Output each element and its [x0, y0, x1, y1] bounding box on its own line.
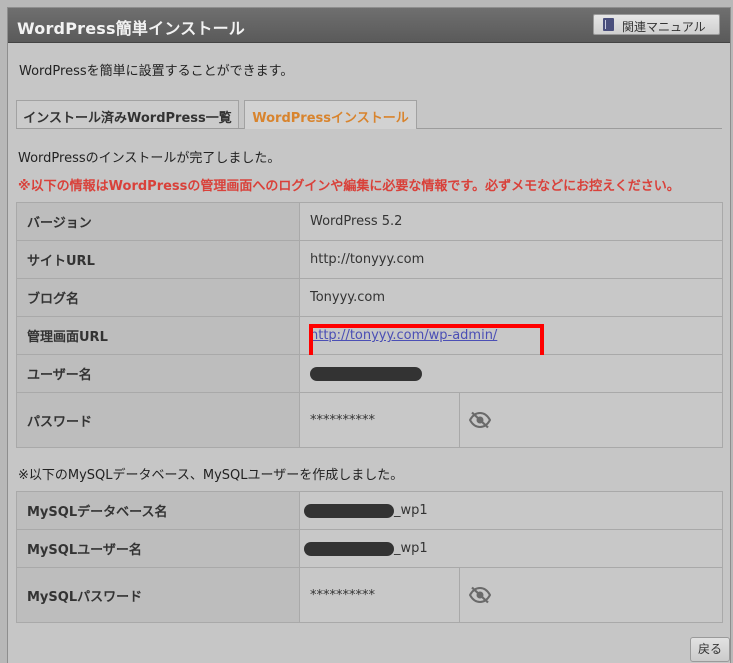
panel-header: WordPress簡単インストール 関連マニュアル [8, 8, 730, 43]
admin-url-wrap: http://tonyyy.com/wp-admin/ [309, 324, 544, 362]
version-value: WordPress 5.2 [299, 202, 723, 241]
table-row: ブログ名 Tonyyy.com [16, 278, 723, 317]
username-label: ユーザー名 [16, 354, 300, 393]
mysql-user-suffix: _wp1 [394, 541, 428, 556]
install-info-table: バージョン WordPress 5.2 サイトURL http://tonyyy… [16, 202, 723, 448]
description-text: WordPressを簡単に設置することができます。 [19, 64, 294, 79]
version-label: バージョン [16, 202, 300, 241]
mysql-user-label: MySQLユーザー名 [16, 529, 300, 568]
back-button[interactable]: 戻る [690, 637, 730, 662]
mysql-db-label: MySQLデータベース名 [16, 491, 300, 530]
blog-name-value: Tonyyy.com [299, 278, 723, 317]
mysql-password-label: MySQLパスワード [16, 567, 300, 623]
table-row: MySQLユーザー名 _wp1 [16, 529, 723, 568]
mysql-db-suffix: _wp1 [394, 503, 428, 518]
manual-button[interactable]: 関連マニュアル [593, 14, 720, 35]
mysql-user-cell: _wp1 [299, 529, 723, 568]
table-row: パスワード ********** [16, 392, 723, 448]
blog-name-label: ブログ名 [16, 278, 300, 317]
mysql-password-cell: ********** [299, 567, 723, 623]
divider [459, 393, 460, 447]
admin-url-label: 管理画面URL [16, 316, 300, 355]
tab-wordpress-install[interactable]: WordPressインストール [244, 100, 417, 129]
redacted-username [310, 366, 422, 381]
mysql-password-value: ********** [310, 587, 375, 603]
completion-message: WordPressのインストールが完了しました。 [18, 151, 281, 166]
admin-url-cell: http://tonyyy.com/wp-admin/ [299, 316, 723, 362]
redacted-db-user [304, 541, 394, 556]
site-url-value: http://tonyyy.com [299, 240, 723, 279]
table-row: バージョン WordPress 5.2 [16, 202, 723, 241]
book-icon [603, 18, 614, 31]
username-cell [299, 354, 723, 393]
mysql-info-table: MySQLデータベース名 _wp1 MySQLユーザー名 _wp1 MySQLパ… [16, 491, 723, 623]
eye-slash-icon[interactable] [469, 411, 491, 429]
password-value: ********** [310, 412, 375, 428]
tab-bar: インストール済みWordPress一覧 WordPressインストール [16, 100, 722, 129]
tab-installed-list[interactable]: インストール済みWordPress一覧 [16, 100, 239, 128]
divider [459, 568, 460, 622]
install-panel: WordPress簡単インストール 関連マニュアル WordPressを簡単に設… [7, 7, 731, 663]
table-row: MySQLパスワード ********** [16, 567, 723, 623]
page-title: WordPress簡単インストール [17, 19, 246, 38]
password-label: パスワード [16, 392, 300, 448]
manual-button-label: 関連マニュアル [622, 20, 706, 34]
table-row: MySQLデータベース名 _wp1 [16, 491, 723, 530]
site-url-label: サイトURL [16, 240, 300, 279]
redacted-db-name [304, 503, 394, 518]
eye-slash-icon[interactable] [469, 586, 491, 604]
password-cell: ********** [299, 392, 723, 448]
table-row: 管理画面URL http://tonyyy.com/wp-admin/ [16, 316, 723, 362]
warning-message: ※以下の情報はWordPressの管理画面へのログインや編集に必要な情報です。必… [18, 179, 680, 194]
table-row: サイトURL http://tonyyy.com [16, 240, 723, 279]
table-row: ユーザー名 [16, 354, 723, 393]
mysql-db-cell: _wp1 [299, 491, 723, 530]
mysql-note: ※以下のMySQLデータベース、MySQLユーザーを作成しました。 [18, 468, 404, 483]
